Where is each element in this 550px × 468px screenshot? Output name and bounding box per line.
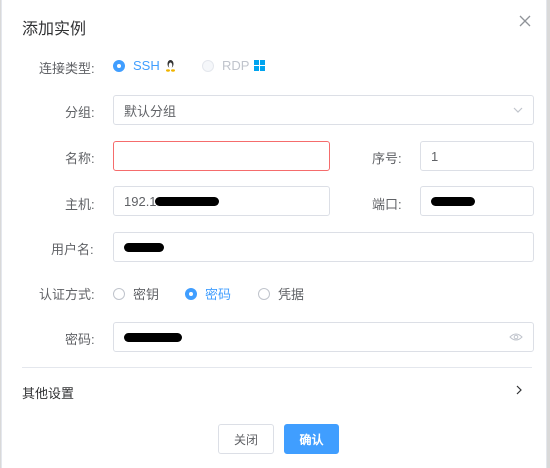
radio-rdp-label: RDP [222, 58, 250, 73]
redaction [154, 196, 219, 206]
radio-credential[interactable]: 凭据 [258, 284, 304, 303]
password-input[interactable] [113, 322, 534, 352]
order-input[interactable]: 1 [420, 141, 534, 171]
windows-icon [254, 60, 266, 71]
username-label: 用户名: [51, 242, 94, 257]
redaction [431, 196, 475, 206]
eye-icon[interactable] [509, 332, 523, 342]
radio-ssh-label: SSH [133, 58, 160, 73]
conn-type-label: 连接类型: [39, 61, 95, 76]
radio-ssh[interactable]: SSH [113, 58, 176, 73]
radio-key-label: 密钥 [133, 287, 160, 302]
linux-icon [165, 60, 175, 72]
divider [22, 367, 532, 368]
name-input[interactable] [113, 141, 330, 171]
port-input[interactable] [420, 186, 534, 216]
auth-label: 认证方式: [39, 287, 95, 302]
radio-rdp[interactable]: RDP [202, 58, 266, 73]
name-label: 名称: [65, 151, 95, 166]
redaction [124, 242, 164, 252]
username-input[interactable] [113, 232, 534, 262]
host-input[interactable]: 192.1 [113, 186, 330, 216]
dialog-title: 添加实例 [22, 21, 87, 38]
host-value: 192.1 [124, 193, 157, 209]
close-icon[interactable] [518, 14, 532, 28]
chevron-down-icon [513, 107, 523, 113]
radio-credential-label: 凭据 [278, 287, 305, 302]
redaction [124, 332, 182, 342]
close-button[interactable]: 关闭 [218, 424, 274, 454]
group-value: 默认分组 [124, 103, 177, 119]
password-label: 密码: [65, 332, 95, 347]
confirm-button[interactable]: 确认 [284, 424, 339, 454]
radio-key[interactable]: 密钥 [113, 284, 159, 303]
chevron-right-icon[interactable] [516, 385, 522, 395]
port-label: 端口: [372, 197, 402, 212]
radio-password[interactable]: 密码 [185, 284, 231, 303]
order-label: 序号: [372, 151, 402, 166]
radio-password-label: 密码 [205, 287, 232, 302]
group-select[interactable]: 默认分组 [113, 95, 534, 125]
other-settings-label[interactable]: 其他设置 [22, 383, 74, 402]
group-label: 分组: [65, 105, 95, 120]
host-label: 主机: [65, 197, 95, 212]
add-instance-dialog: 添加实例 连接类型: SSH RDP 分组: 默认分组 名称: 序号: 1 主机… [1, 0, 547, 468]
order-value: 1 [431, 148, 439, 164]
